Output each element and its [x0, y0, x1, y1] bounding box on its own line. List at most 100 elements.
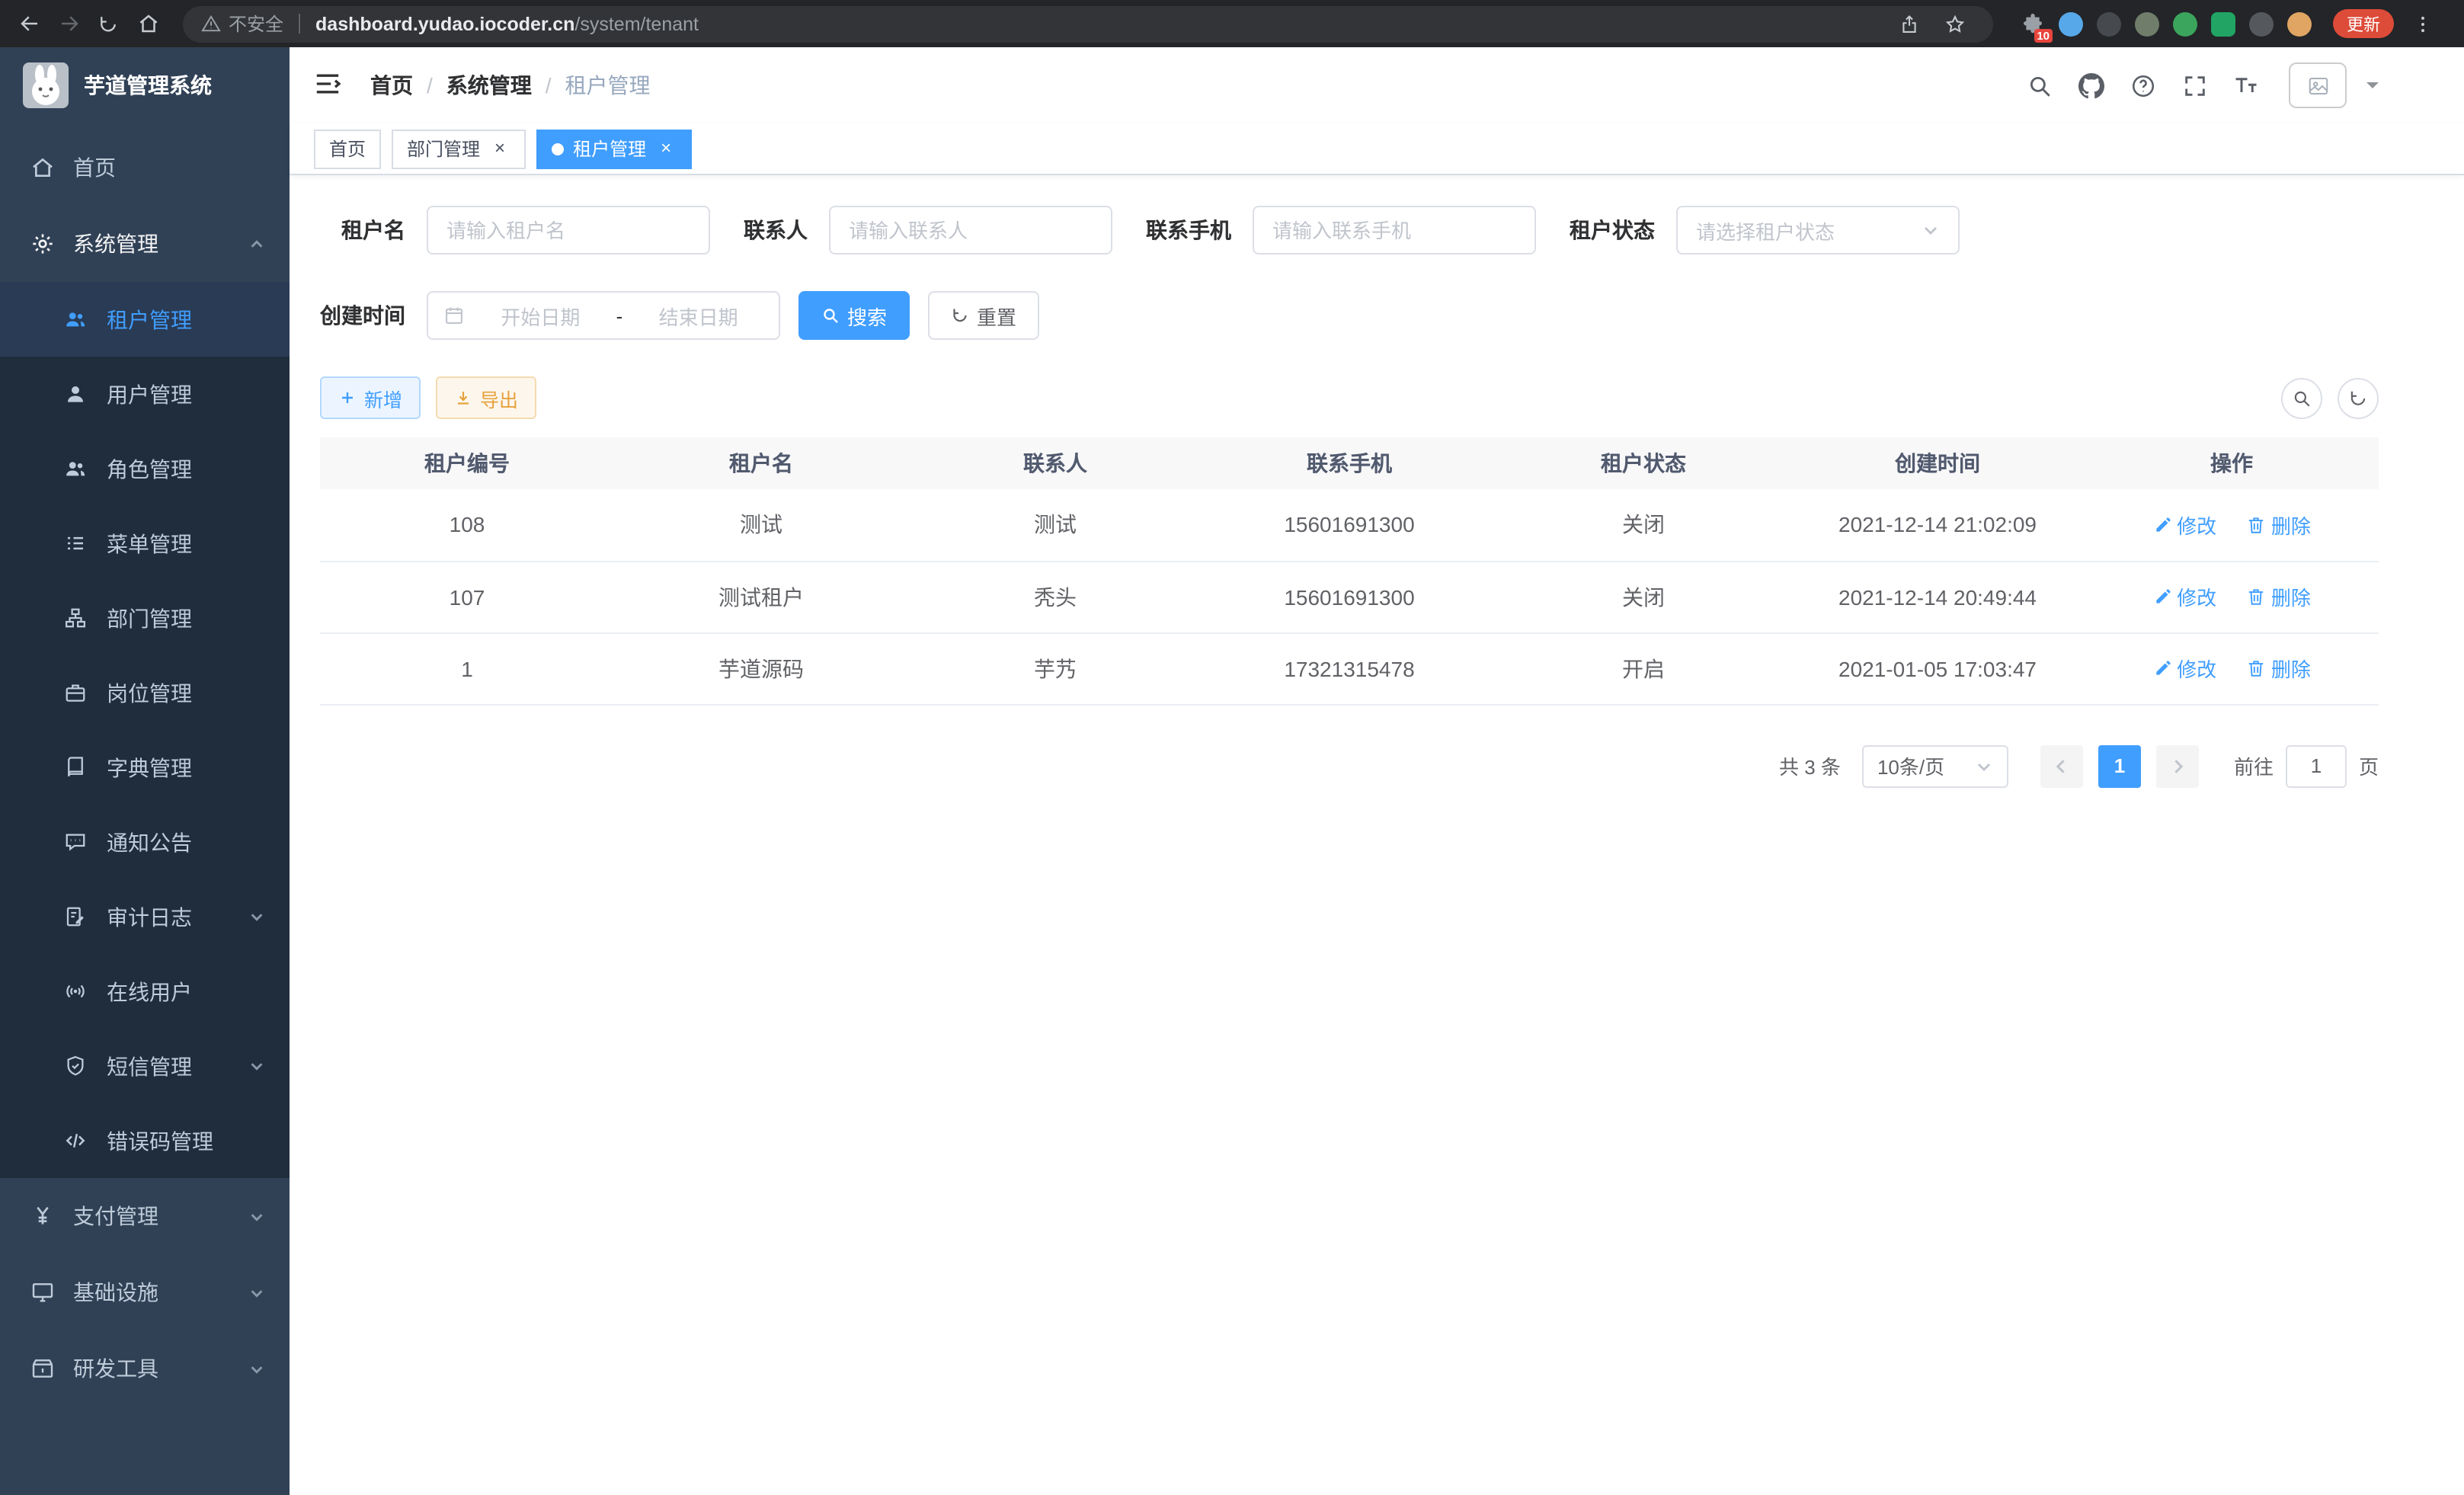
help-icon[interactable]	[2121, 62, 2164, 108]
font-size-icon[interactable]	[2225, 62, 2267, 108]
pagination: 共 3 条 10条/页 1 前往 页	[320, 744, 2379, 787]
security-status[interactable]: 不安全	[201, 11, 283, 37]
sidebar-item-error-code-management[interactable]: 错误码管理	[0, 1103, 290, 1178]
avatar-caret-down-icon[interactable]	[2366, 82, 2379, 94]
browser-reload-button[interactable]	[88, 5, 128, 42]
page-size-value: 10条/页	[1877, 751, 1944, 780]
delete-link[interactable]: 删除	[2247, 654, 2311, 683]
sidebar-item-sms-management[interactable]: 短信管理	[0, 1029, 290, 1103]
edit-link[interactable]: 修改	[2152, 511, 2216, 539]
cell-status: 关闭	[1496, 561, 1790, 632]
profile-avatar-icon[interactable]	[2287, 11, 2312, 36]
date-range-picker[interactable]: 开始日期 - 结束日期	[427, 291, 780, 340]
search-icon[interactable]	[2018, 62, 2060, 108]
sidebar-item-infrastructure[interactable]: 基础设施	[0, 1254, 290, 1330]
browser-back-button[interactable]	[9, 5, 49, 42]
cell-tenant-id: 108	[320, 489, 614, 561]
tab-tenant-management[interactable]: 租户管理 ×	[536, 129, 692, 168]
toggle-search-button[interactable]	[2281, 377, 2322, 418]
delete-link[interactable]: 删除	[2247, 582, 2311, 611]
bookmark-star-icon[interactable]	[1935, 5, 1975, 42]
extension-icon-blue[interactable]	[2059, 11, 2083, 36]
sidebar-item-online-users[interactable]: 在线用户	[0, 954, 290, 1029]
sidebar-item-dict-management[interactable]: 字典管理	[0, 730, 290, 805]
sidebar-item-role-management[interactable]: 角色管理	[0, 431, 290, 506]
sidebar-item-dept-management[interactable]: 部门管理	[0, 581, 290, 655]
chevron-down-icon	[248, 1284, 265, 1301]
browser-forward-button[interactable]	[49, 5, 88, 42]
search-button[interactable]: 搜索	[798, 291, 910, 340]
extension-icon-green-circle[interactable]	[2173, 11, 2197, 36]
breadcrumb-home[interactable]: 首页	[370, 70, 413, 101]
sidebar-item-payment-management[interactable]: 支付管理	[0, 1178, 290, 1254]
sidebar-collapse-icon[interactable]	[312, 69, 346, 102]
sidebar-item-home[interactable]: 首页	[0, 130, 290, 206]
browser-home-button[interactable]	[128, 5, 168, 42]
refresh-table-button[interactable]	[2338, 377, 2379, 418]
prev-page-button[interactable]	[2040, 744, 2083, 787]
tenant-table: 租户编号 租户名 联系人 联系手机 租户状态 创建时间 操作 108 测试	[320, 437, 2379, 705]
warning-triangle-icon	[201, 14, 221, 34]
page-unit-label: 页	[2359, 751, 2379, 780]
url-path: /system/tenant	[574, 13, 699, 34]
edit-link-label: 修改	[2177, 582, 2216, 611]
tenant-name-input[interactable]	[427, 206, 710, 255]
people-icon	[64, 456, 88, 481]
export-button[interactable]: 导出	[436, 376, 536, 419]
sidebar-item-dev-tools[interactable]: 研发工具	[0, 1330, 290, 1407]
browser-menu-kebab-icon[interactable]	[2403, 5, 2443, 42]
delete-link[interactable]: 删除	[2247, 511, 2311, 539]
col-contact: 联系人	[908, 437, 1202, 489]
signal-icon	[64, 979, 88, 1004]
extension-icon-grey[interactable]	[2249, 11, 2274, 36]
app-logo[interactable]: 芋道管理系统	[0, 47, 290, 123]
phone-input[interactable]	[1253, 206, 1536, 255]
page-number-1[interactable]: 1	[2098, 744, 2141, 787]
cell-phone: 17321315478	[1202, 632, 1496, 704]
sidebar-item-tenant-management[interactable]: 租户管理	[0, 282, 290, 357]
github-icon[interactable]	[2069, 62, 2112, 108]
cell-tenant-id: 107	[320, 561, 614, 632]
share-icon[interactable]	[1890, 5, 1929, 42]
sidebar-item-audit-log[interactable]: 审计日志	[0, 879, 290, 954]
sidebar-item-system-management[interactable]: 系统管理	[0, 206, 290, 282]
extension-icon-dark[interactable]	[2097, 11, 2121, 36]
sidebar-item-user-management[interactable]: 用户管理	[0, 357, 290, 431]
tab-home[interactable]: 首页	[314, 129, 381, 168]
contact-input[interactable]	[829, 206, 1112, 255]
extension-icon-green-square[interactable]	[2211, 11, 2235, 36]
address-bar[interactable]: 不安全 dashboard.yudao.iocoder.cn/system/te…	[183, 5, 1993, 42]
list-icon	[64, 531, 88, 555]
breadcrumb-system[interactable]: 系统管理	[446, 70, 532, 101]
refresh-icon	[2348, 388, 2368, 408]
next-page-button[interactable]	[2156, 744, 2199, 787]
status-select[interactable]: 请选择租户状态	[1676, 206, 1960, 255]
chevron-down-icon	[1922, 221, 1940, 239]
filter-row-2: 创建时间 开始日期 - 结束日期 搜索 重置	[320, 291, 2379, 340]
sidebar-item-notice[interactable]: 通知公告	[0, 805, 290, 879]
broken-image-icon	[2306, 74, 2329, 97]
chevron-down-icon	[248, 1058, 265, 1074]
app-title: 芋道管理系统	[84, 70, 212, 101]
tab-close-icon[interactable]: ×	[655, 138, 677, 159]
extension-icon-olive[interactable]	[2135, 11, 2159, 36]
fullscreen-icon[interactable]	[2173, 62, 2216, 108]
col-operations: 操作	[2085, 437, 2379, 489]
add-button[interactable]: 新增	[320, 376, 421, 419]
extension-icon-puzzle[interactable]: 10	[2021, 11, 2045, 36]
sidebar-item-menu-management[interactable]: 菜单管理	[0, 506, 290, 581]
browser-update-button[interactable]: 更新	[2333, 9, 2394, 38]
page-size-select[interactable]: 10条/页	[1862, 744, 2008, 787]
tab-close-icon[interactable]: ×	[489, 138, 510, 159]
user-avatar[interactable]	[2289, 62, 2347, 108]
goto-page-input[interactable]	[2286, 744, 2347, 787]
edit-link[interactable]: 修改	[2152, 654, 2216, 683]
sidebar-item-post-management[interactable]: 岗位管理	[0, 655, 290, 730]
book-icon	[64, 755, 88, 780]
reset-button[interactable]: 重置	[928, 291, 1039, 340]
cell-contact: 秃头	[908, 561, 1202, 632]
edit-link[interactable]: 修改	[2152, 582, 2216, 611]
security-label: 不安全	[229, 11, 283, 37]
filter-row-1: 租户名 联系人 联系手机 租户状态 请选择租户状态	[320, 206, 2379, 255]
tab-dept-management[interactable]: 部门管理 ×	[392, 129, 526, 168]
